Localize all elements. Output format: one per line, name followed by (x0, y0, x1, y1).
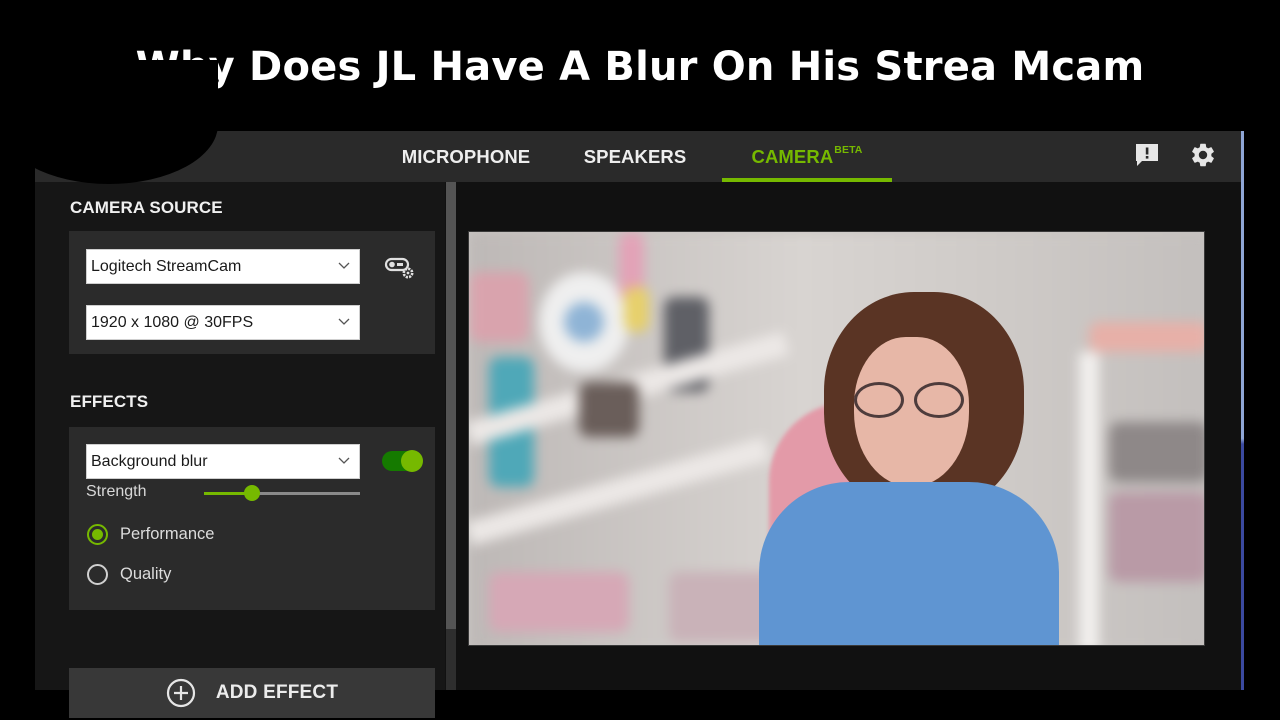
tab-camera[interactable]: CAMERA BETA (722, 131, 892, 182)
camera-source-card: Logitech StreamCam 1920 x 1080 @ 30FPS (69, 231, 435, 354)
camera-preview-area (457, 182, 1243, 690)
window-edge (1241, 131, 1244, 690)
resolution-value: 1920 x 1080 @ 30FPS (91, 313, 254, 331)
radio-quality-label: Quality (120, 565, 172, 583)
feedback-button[interactable] (1132, 140, 1162, 170)
effect-enable-toggle[interactable] (382, 450, 423, 472)
camera-settings-button[interactable] (384, 255, 418, 281)
radio-unselected-icon (87, 564, 108, 585)
effect-select[interactable]: Background blur (86, 444, 360, 479)
settings-gear-icon (1192, 143, 1214, 167)
camera-device-value: Logitech StreamCam (91, 257, 242, 275)
camera-source-heading: CAMERA SOURCE (70, 198, 223, 217)
camera-device-select[interactable]: Logitech StreamCam (86, 249, 360, 284)
strength-label: Strength (86, 483, 147, 500)
effects-heading: EFFECTS (70, 392, 149, 411)
tab-microphone-label: MICROPHONE (401, 145, 531, 167)
tab-bar: MICROPHONE SPEAKERS CAMERA BETA (35, 131, 1243, 182)
tab-speakers-label: SPEAKERS (583, 145, 687, 167)
radio-performance-label: Performance (120, 525, 215, 543)
camera-settings-icon (384, 257, 414, 279)
scrollbar-thumb[interactable] (446, 182, 456, 630)
beta-badge: BETA (834, 143, 863, 156)
effect-value: Background blur (91, 452, 208, 470)
tab-speakers[interactable]: SPEAKERS (575, 131, 695, 182)
settings-panel: CAMERA SOURCE Logitech StreamCam 1920 x … (35, 182, 445, 718)
radio-quality[interactable]: Quality (87, 564, 171, 585)
radio-performance[interactable]: Performance (87, 524, 214, 545)
slider-thumb[interactable] (244, 485, 261, 501)
tab-camera-label: CAMERA (751, 145, 834, 167)
chevron-down-icon (338, 457, 350, 464)
plus-circle-icon (166, 678, 195, 708)
effect-card: Background blur Strength Performance Qua… (69, 427, 435, 610)
settings-button[interactable] (1188, 140, 1218, 170)
add-effect-button[interactable]: ADD EFFECT (69, 668, 435, 718)
add-effect-label: ADD EFFECT (215, 682, 339, 703)
panel-scrollbar[interactable] (446, 182, 456, 690)
broadcast-app-window: MICROPHONE SPEAKERS CAMERA BETA CAMERA SO… (35, 131, 1243, 718)
radio-selected-icon (87, 524, 108, 545)
decorative-black-shape (0, 60, 218, 184)
tab-microphone[interactable]: MICROPHONE (380, 131, 552, 182)
resolution-select[interactable]: 1920 x 1080 @ 30FPS (86, 305, 360, 340)
chevron-down-icon (338, 318, 350, 325)
strength-slider[interactable] (204, 482, 360, 504)
camera-preview-video (468, 231, 1205, 646)
feedback-icon (1136, 144, 1158, 166)
toggle-knob (401, 450, 423, 472)
chevron-down-icon (338, 262, 350, 269)
